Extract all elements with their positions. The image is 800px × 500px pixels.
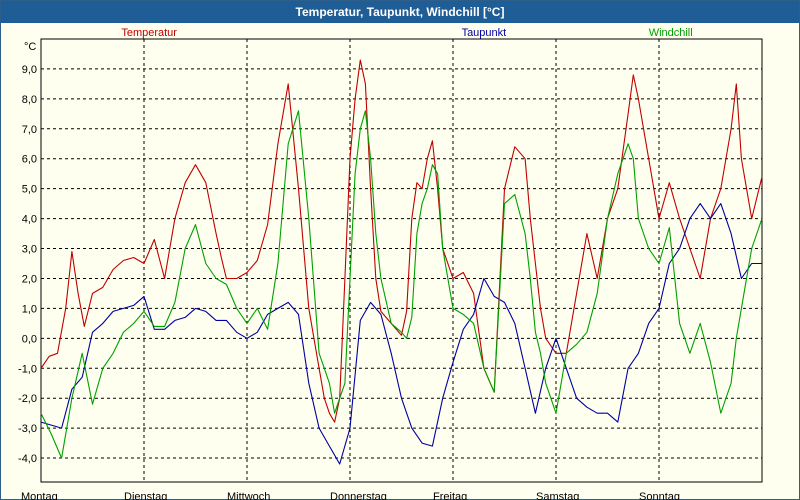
y-tick-label: 1,0: [22, 303, 37, 315]
y-axis-ticks: 9,0 8,0 7,0 6,0 5,0 4,0 3,0 2,0 1,0 0,0 -1,0 -2,0 -3…: [18, 64, 37, 465]
y-tick-label: 6,0: [22, 154, 37, 166]
chart-legend: Temperatur Taupunkt Windchill: [121, 27, 692, 39]
legend-item-windchill: Windchill: [649, 27, 693, 39]
legend-item-temperatur: Temperatur: [121, 27, 177, 39]
y-tick-label: 2,0: [22, 273, 37, 285]
x-tick-day-label: Montag: [21, 491, 58, 500]
chart-grid: [41, 39, 762, 482]
legend-item-taupunkt: Taupunkt: [462, 27, 507, 39]
x-axis-ticks: Montag23.02.15Dienstag24.02.15Mittwoch25…: [21, 491, 680, 500]
x-tick-day-label: Donnerstag: [330, 491, 387, 500]
x-tick-day-label: Sonntag: [639, 491, 680, 500]
chart-series: [40, 59, 763, 465]
series-line-windchill: [40, 110, 763, 459]
y-tick-label: -4,0: [18, 453, 37, 465]
y-tick-label: 8,0: [22, 94, 37, 106]
y-axis-unit-label: °C: [24, 41, 36, 53]
y-tick-label: 3,0: [22, 244, 37, 256]
x-tick-day-label: Freitag: [433, 491, 467, 500]
x-tick-day-label: Mittwoch: [227, 491, 270, 500]
chart-window: Temperatur, Taupunkt, Windchill [°C] 9,0…: [0, 0, 800, 500]
window-title: Temperatur, Taupunkt, Windchill [°C]: [1, 1, 799, 23]
y-tick-label: 9,0: [22, 64, 37, 76]
y-tick-label: 0,0: [22, 333, 37, 345]
y-tick-label: 7,0: [22, 124, 37, 136]
x-tick-day-label: Dienstag: [124, 491, 167, 500]
y-tick-label: -2,0: [18, 393, 37, 405]
y-tick-label: 4,0: [22, 214, 37, 226]
x-tick-day-label: Samstag: [536, 491, 579, 500]
line-chart: 9,0 8,0 7,0 6,0 5,0 4,0 3,0 2,0 1,0 0,0 -1,0 -2,0 -3…: [18, 27, 763, 500]
y-tick-label: -1,0: [18, 363, 37, 375]
y-tick-label: 5,0: [22, 184, 37, 196]
plot-area-frame: [40, 38, 763, 483]
y-tick-label: -3,0: [18, 423, 37, 435]
